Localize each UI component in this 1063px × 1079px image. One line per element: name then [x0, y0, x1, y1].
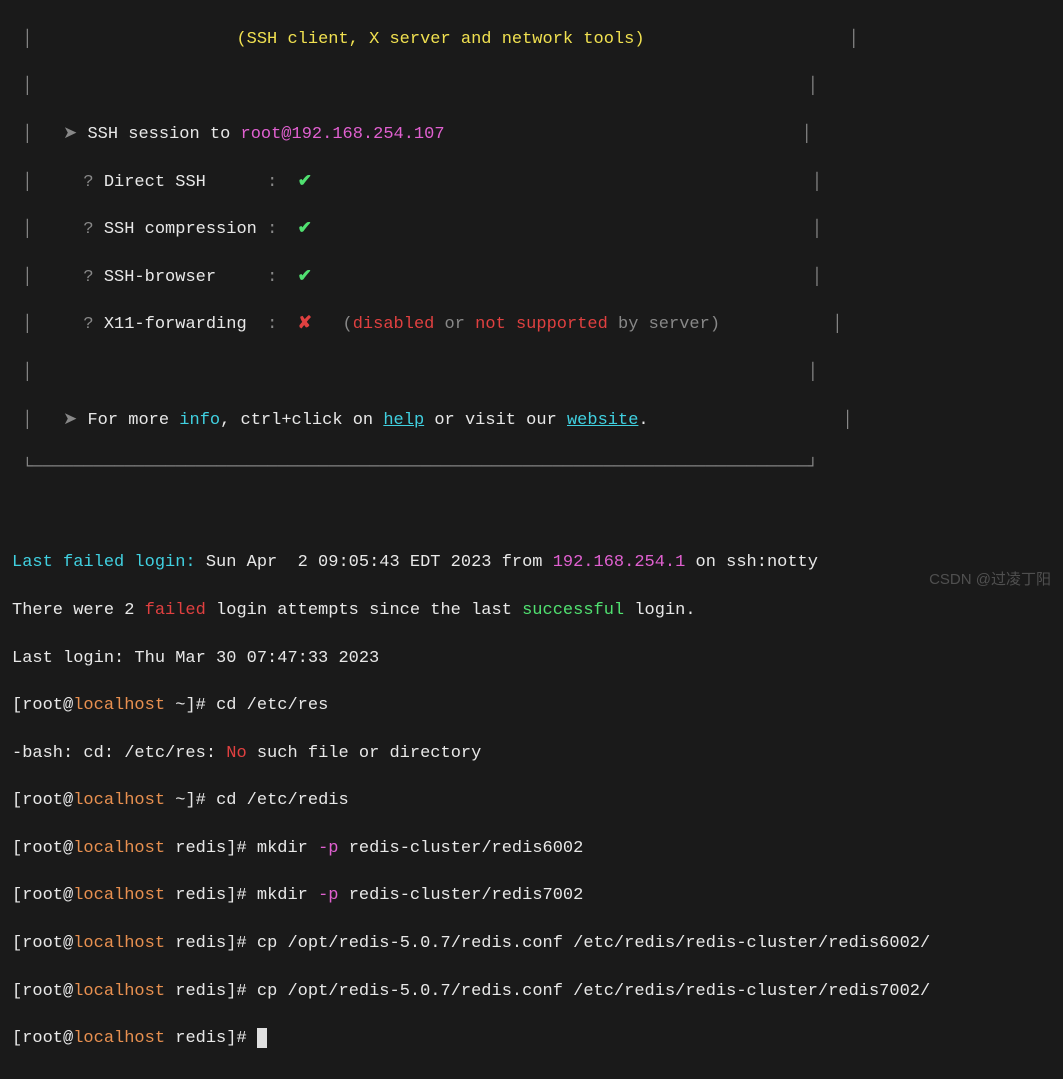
check-icon: ✔	[298, 173, 312, 192]
prompt-line: [root@localhost redis]# mkdir -p redis-c…	[12, 884, 1051, 908]
check-icon: ✔	[298, 268, 312, 287]
active-prompt[interactable]: [root@localhost redis]#	[12, 1027, 1051, 1051]
watermark: CSDN @过凌丁阳	[929, 569, 1051, 590]
prompt-line: [root@localhost redis]# mkdir -p redis-c…	[12, 837, 1051, 861]
check-icon: ✔	[298, 220, 312, 239]
session-target: root@192.168.254.107	[241, 125, 445, 144]
last-failed-login: Last failed login: Sun Apr 2 09:05:43 ED…	[12, 551, 1051, 575]
item-ssh-browser: SSH-browser	[104, 268, 216, 287]
last-login: Last login: Thu Mar 30 07:47:33 2023	[12, 647, 1051, 671]
cross-icon: ✘	[298, 315, 312, 334]
website-link[interactable]: website	[567, 411, 638, 430]
session-label: SSH session to	[87, 125, 230, 144]
terminal-output[interactable]: │ (SSH client, X server and network tool…	[0, 0, 1063, 1079]
failed-attempts: There were 2 failed login attempts since…	[12, 599, 1051, 623]
cursor-icon	[257, 1028, 267, 1048]
prompt-line: [root@localhost redis]# cp /opt/redis-5.…	[12, 932, 1051, 956]
item-ssh-compression: SSH compression	[104, 220, 257, 239]
prompt-line: [root@localhost ~]# cd /etc/redis	[12, 789, 1051, 813]
prompt-line: [root@localhost redis]# cp /opt/redis-5.…	[12, 980, 1051, 1004]
banner-subtitle: (SSH client, X server and network tools)	[236, 30, 644, 49]
item-direct-ssh: Direct SSH	[104, 173, 206, 192]
prompt-line: [root@localhost ~]# cd /etc/res	[12, 694, 1051, 718]
bash-error: -bash: cd: /etc/res: No such file or dir…	[12, 742, 1051, 766]
help-link[interactable]: help	[383, 411, 424, 430]
item-x11-forwarding: X11-forwarding	[104, 315, 247, 334]
